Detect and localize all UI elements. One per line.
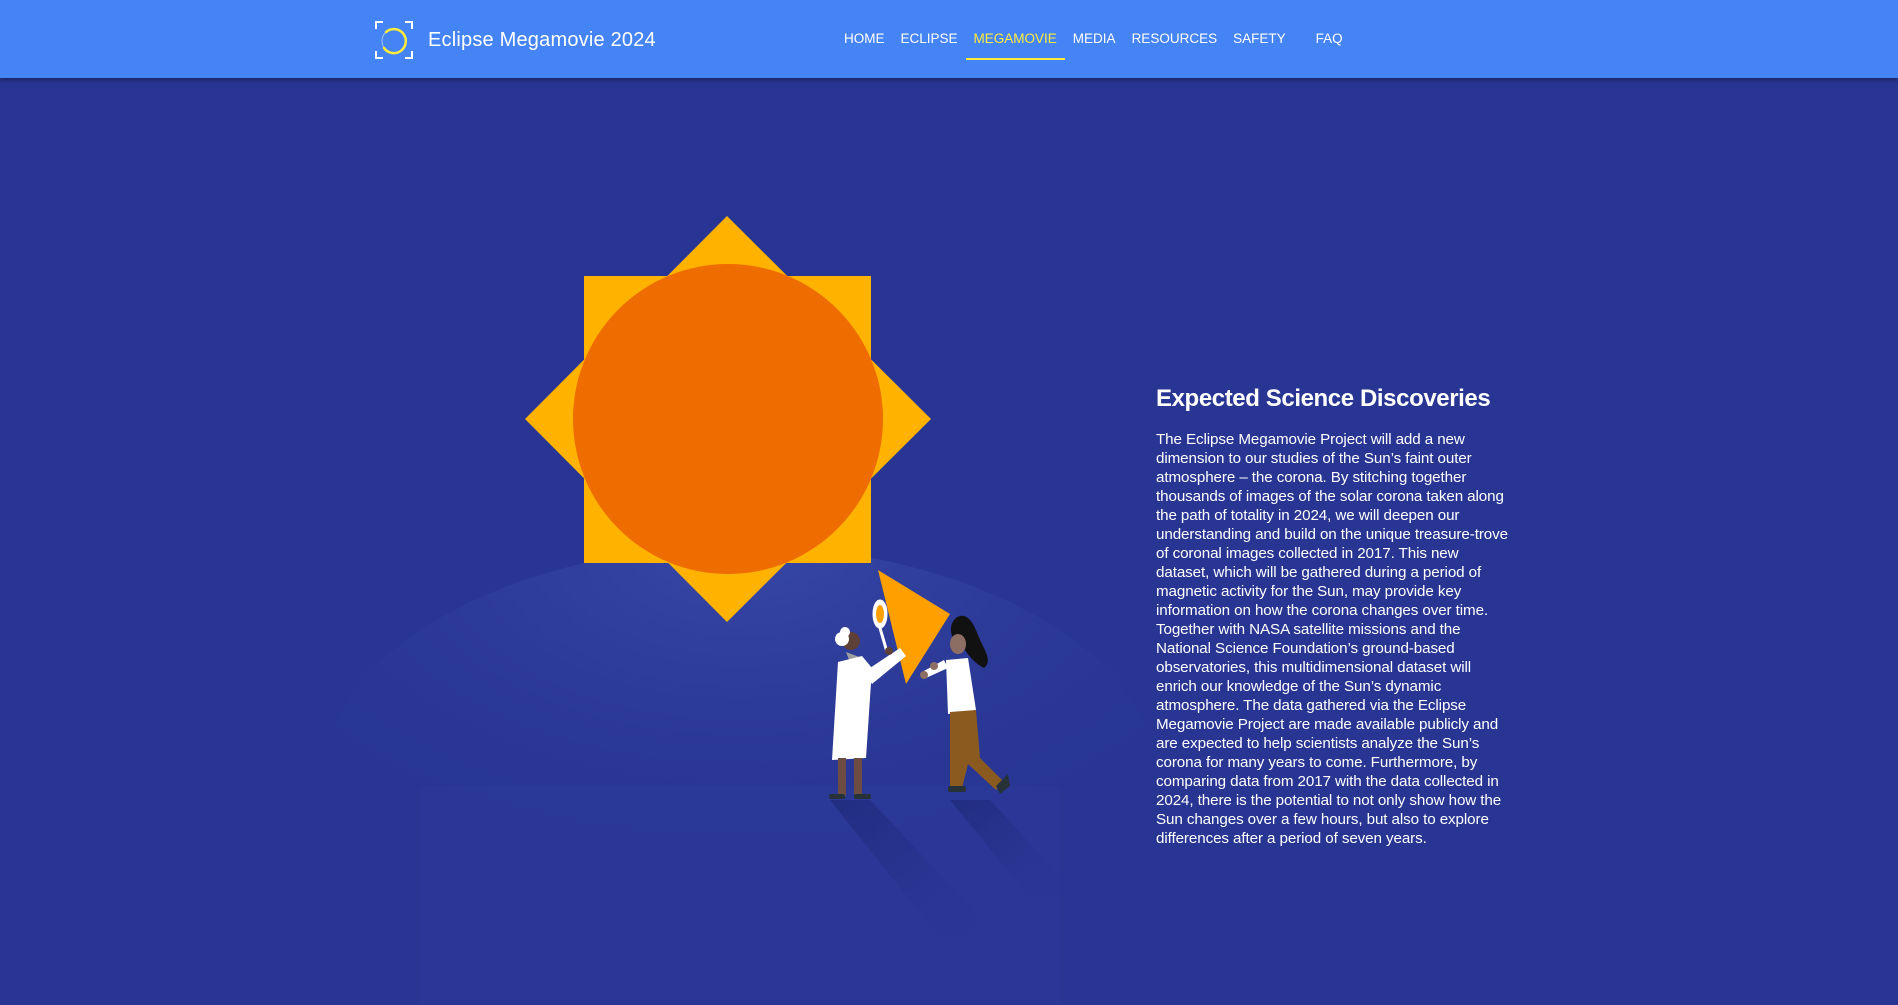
sun-scientists-illustration — [320, 216, 1160, 1005]
nav-faq[interactable]: FAQ — [1308, 0, 1351, 78]
brand-link[interactable]: Eclipse Megamovie 2024 — [374, 20, 656, 60]
section-heading: Expected Science Discoveries — [1156, 385, 1491, 412]
nav-media[interactable]: MEDIA — [1065, 0, 1124, 78]
science-discoveries-section: Expected Science Discoveries The Eclipse… — [1156, 386, 1512, 848]
nav-safety[interactable]: SAFETY — [1225, 0, 1294, 78]
section-body: The Eclipse Megamovie Project will add a… — [1156, 431, 1508, 847]
nav-resources[interactable]: RESOURCES — [1124, 0, 1226, 78]
eclipse-logo-icon — [375, 21, 413, 59]
brand-title: Eclipse Megamovie 2024 — [428, 28, 656, 51]
top-navigation-bar: Eclipse Megamovie 2024 HOME ECLIPSE MEGA… — [0, 0, 1898, 78]
nav-home[interactable]: HOME — [836, 0, 893, 78]
nav-eclipse[interactable]: ECLIPSE — [893, 0, 966, 78]
main-nav: HOME ECLIPSE MEGAMOVIE MEDIA RESOURCES S… — [836, 0, 1351, 78]
nav-megamovie[interactable]: MEGAMOVIE — [965, 0, 1066, 78]
floor-plane — [420, 786, 1060, 1005]
sun-icon — [525, 216, 931, 622]
main-section: Expected Science Discoveries The Eclipse… — [0, 78, 1898, 1005]
